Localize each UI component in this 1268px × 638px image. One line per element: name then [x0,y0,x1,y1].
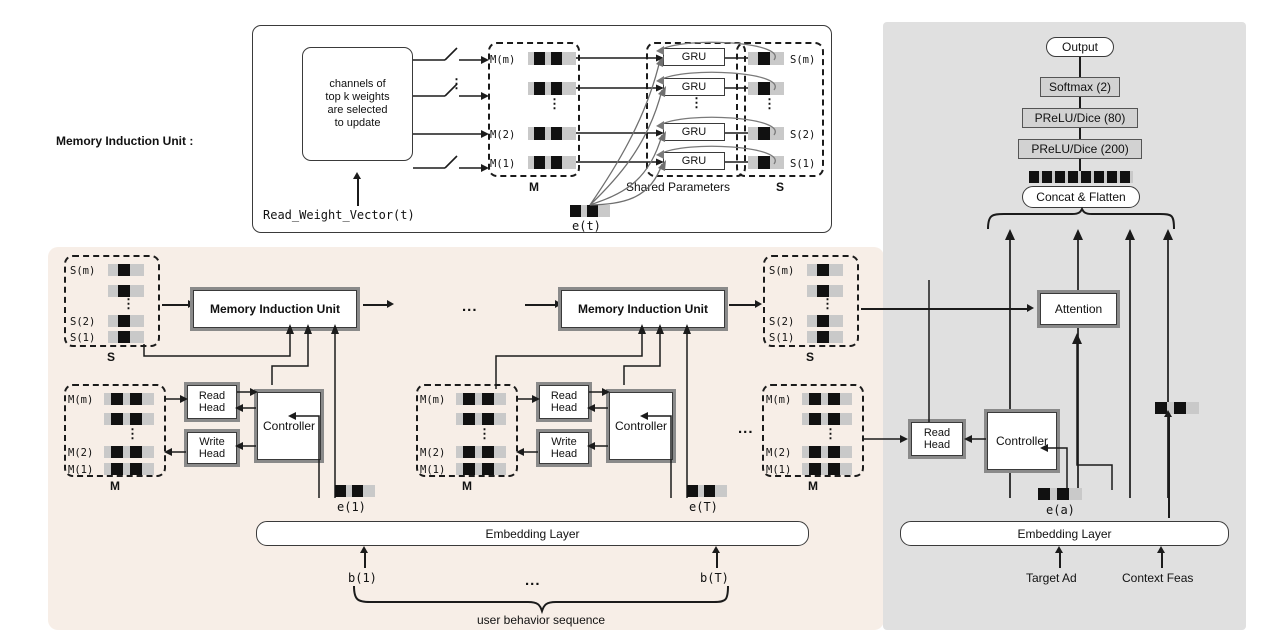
miu-2-out-line [729,304,757,306]
behavior-brace [350,585,730,615]
figure-canvas: Memory Induction Unit : channels of top … [0,0,1268,638]
state-2-cell-1 [807,331,843,343]
embedding-label-1: e(1) [337,500,366,514]
memory-3-cell-2 [802,446,852,458]
embedding-cell-1 [335,485,375,497]
memory-3-cell-1 [802,463,852,475]
state-1-row-label-m: S(m) [70,265,96,277]
top-memory-row-label-2: M(2) [490,129,516,141]
concat-flatten-layer: Concat & Flatten [1022,186,1140,208]
selector-line-1: channels of [329,78,386,90]
behavior-input-T: b(T) [700,571,729,585]
concat-embedding-bar [1029,171,1133,183]
state-group-2-label: S [806,350,815,364]
target-ad-input: Target Ad [1026,571,1077,585]
prelu-200-label: PReLU/Dice (200) [1031,142,1129,156]
wiring-group-2 [412,286,722,516]
switch-connectors [413,44,491,174]
behavior-sequence-caption: user behavior sequence [477,613,606,627]
state-2-cell-m [807,264,843,276]
softmax-layer: Softmax (2) [1040,77,1120,97]
memory-3-cell-m [802,393,852,405]
target-ad-arrowhead [1055,546,1063,553]
behavior-1-arrowhead [360,546,368,553]
output-label: Output [1061,40,1099,54]
top-memory-cell-1 [528,156,576,169]
read-weight-arrowhead [353,172,361,179]
prelu-80-label: PReLU/Dice (80) [1034,111,1126,125]
context-feas-arrowhead [1157,546,1165,553]
embedding-layer-right: Embedding Layer [900,521,1229,546]
selector-line-2: top k weights [325,91,390,103]
target-ad-line [1059,551,1061,568]
memory-3-row-label-2: M(2) [766,447,792,459]
state-1-cell-m [108,264,144,276]
selector-line-4: to update [334,117,381,129]
prelu-80-layer: PReLU/Dice (80) [1022,108,1138,128]
embedding-layer-right-label: Embedding Layer [1017,526,1112,541]
embedding-layer-left: Embedding Layer [256,521,809,546]
memory-sequence-ellipsis: ... [738,420,754,437]
behavior-T-line [716,551,718,568]
behavior-input-1: b(1) [348,571,377,585]
ad-embedding-label: e(a) [1046,503,1075,517]
embedding-layer-left-label: Embedding Layer [485,526,580,541]
top-memory-vertical-dots: ⋮ [548,96,561,111]
memory-3-row-label-m: M(m) [766,394,792,406]
top-input-embedding-label: e(t) [572,219,601,233]
behavior-T-arrowhead [712,546,720,553]
top-memory-group-label: M [529,180,539,194]
memory-3-row-label-1: M(1) [766,464,792,476]
selector-line-3: are selected [327,104,388,116]
state-2-row-label-1: S(1) [769,332,795,344]
concat-flatten-label: Concat & Flatten [1036,190,1126,204]
output-connector [1079,57,1081,79]
top-memory-row-label-1: M(1) [490,158,516,170]
wiring-group-1 [60,286,370,516]
top-state-row-label-2: S(2) [790,129,816,141]
miu-1-out-line [363,304,389,306]
memory-3-vertical-dots: ⋮ [824,426,837,441]
miu-2-out-arrowhead [755,300,762,308]
embedding-fanout-curves [586,50,676,208]
state-2-cell-2 [807,315,843,327]
miu-section-label: Memory Induction Unit : [56,134,194,148]
wiring-right-panel [862,280,1182,510]
top-memory-cell-mid [528,82,576,95]
embedding-cell-T [687,485,727,497]
prelu-200-layer: PReLU/Dice (200) [1018,139,1142,159]
state-2-row-label-2: S(2) [769,316,795,328]
read-weight-line [357,178,359,206]
top-state-row-label-m: S(m) [790,54,816,66]
context-embedding-arrowhead [1164,410,1172,417]
memory-group-3-label: M [808,479,818,493]
top-memory-cell-m [528,52,576,65]
context-embedding-cell [1155,402,1199,414]
state-2-vertical-dots: ⋮ [821,296,834,311]
memory-3-cell-mid [802,413,852,425]
softmax-label: Softmax (2) [1048,80,1111,94]
top-memory-row-label-m: M(m) [490,54,516,66]
state-2-row-label-m: S(m) [769,265,795,277]
top-memory-cell-2 [528,127,576,140]
top-state-row-label-1: S(1) [790,158,816,170]
ad-embedding-cell [1038,488,1082,500]
prelu-200-connector [1079,159,1081,171]
context-feas-input: Context Feas [1122,571,1194,585]
context-embedding-line [1168,414,1170,518]
behavior-1-line [364,551,366,568]
context-feas-line [1161,551,1163,568]
top-state-group-label: S [776,180,785,194]
switch-vertical-dots: ⋮ [450,76,463,91]
miu-1-out-arrowhead [387,300,394,308]
embedding-label-T: e(T) [689,500,718,514]
channel-selector-box: channels of top k weights are selected t… [302,47,413,161]
read-weight-vector-label: Read_Weight_Vector(t) [263,208,415,222]
output-node: Output [1046,37,1114,57]
